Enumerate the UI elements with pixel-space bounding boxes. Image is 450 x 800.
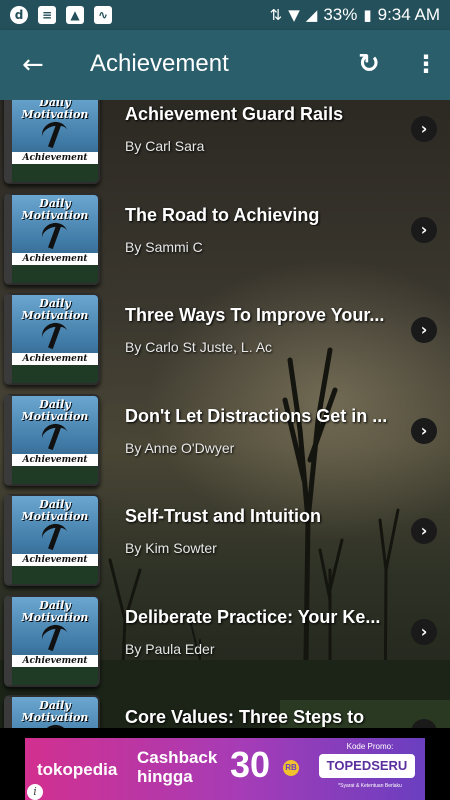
ad-fine-print: *Syarat & Ketentuan Berlaku [338,783,402,789]
thumbnail-line2: Motivation [21,510,89,523]
thumbnail-ground [12,164,98,182]
thumbnail-line2: Motivation [21,711,89,724]
chevron-right-icon[interactable]: › [411,619,437,645]
article-title: Don't Let Distractions Get in ... [125,406,388,426]
article-title: Self-Trust and Intuition [125,506,321,526]
ad-brand: tokopedia [37,760,118,779]
article-thumbnail: DailyMotivationAchievement [4,695,100,728]
data-transfer-icon: ⇅ [269,6,283,24]
chevron-right-icon[interactable]: › [411,418,437,444]
ad-headline-1: Cashback [137,748,218,767]
thumbnail-ground [12,265,98,283]
app-notification-icon: d [10,6,28,24]
article-thumbnail: DailyMotivationAchievement [4,193,100,285]
list-item[interactable]: Daily Motivation Achievement Don't Let Dist… [0,392,450,490]
news-notification-icon: ≡ [38,6,56,24]
thumbnail-ground [12,466,98,484]
article-author: By Carlo St Juste, L. Ac [125,339,273,355]
thumbnail-line2: Motivation [21,309,89,322]
article-author: By Sammi C [125,239,203,255]
chevron-right-icon[interactable]: › [411,116,437,142]
wifi-icon: ▼ [288,6,300,24]
back-arrow-icon[interactable]: ← [22,52,48,78]
article-author: By Paula Eder [125,641,215,657]
article-title: Achievement Guard Rails [125,104,344,124]
ad-amount: 30 [230,744,271,785]
more-options-icon[interactable]: ⋮ [414,50,438,78]
ad-container: tokopedia Cashback hingga 30 RB Kode Pro… [0,728,450,800]
article-thumbnail: DailyMotivationAchievement [4,494,100,586]
thumbnail-line2: Motivation [21,410,89,423]
list-item[interactable]: Daily Motivation Achievement Achievement Gu… [0,100,450,188]
ad-headline-2: hingga [137,767,193,786]
article-thumbnail: DailyMotivationAchievement [4,293,100,385]
list-item[interactable]: Daily Motivation Achievement Deliberate Pra… [0,593,450,691]
thumbnail-line2: Motivation [21,108,89,121]
ad-promo-code: TOPEDSERU [319,754,415,778]
chevron-right-icon[interactable]: › [411,317,437,343]
article-author: By Anne O'Dwyer [125,440,235,456]
thumbnail-ground [12,667,98,685]
ad-info-icon[interactable]: i [27,784,43,800]
signal-icon: ◢ [305,6,318,24]
article-thumbnail: DailyMotivationAchievement [4,394,100,486]
thumbnail-line2: Motivation [21,611,89,624]
ad-banner[interactable]: tokopedia Cashback hingga 30 RB Kode Pro… [25,738,425,800]
activity-notification-icon: ∿ [94,6,112,24]
refresh-icon[interactable]: ↻ [358,50,380,78]
page-title: Achievement [90,50,229,77]
article-author: By Carl Sara [125,138,205,154]
battery-icon: ▮ [363,6,372,24]
ad-headline: Cashback hingga [137,748,217,786]
article-author: By Kim Sowter [125,540,217,556]
thumbnail-ground [12,566,98,584]
battery-percent: 33% [323,5,358,24]
thumbnail-ground [12,365,98,383]
ad-amount-badge: RB [283,760,299,776]
list-item[interactable]: Daily Motivation Achievement Three Ways To … [0,291,450,389]
list-item[interactable]: Daily Motivation Achievement The Road to Ac… [0,191,450,289]
app-bar: ← Achievement ↻ ⋮ [0,30,450,100]
article-title: The Road to Achieving [125,205,320,225]
article-thumbnail: DailyMotivationAchievement [4,100,100,184]
chevron-right-icon[interactable]: › [411,217,437,243]
status-bar: d ≡ ▲ ∿ ⇅ ▼ ◢ 33% ▮ 9:34 AM [0,0,450,30]
chevron-right-icon[interactable]: › [411,518,437,544]
article-title: Core Values: Three Steps to [125,707,365,727]
article-title: Three Ways To Improve Your... [125,305,385,325]
ad-promo-label: Kode Promo: [346,742,394,751]
list-item[interactable]: Daily Motivation Achievement Self-Trust and… [0,492,450,590]
chevron-right-icon[interactable]: › [411,719,437,728]
article-title: Deliberate Practice: Your Ke... [125,607,381,627]
image-notification-icon: ▲ [66,6,84,24]
article-list: Daily Motivation Achievement Achievement Gu… [0,100,450,728]
thumbnail-line2: Motivation [21,209,89,222]
clock: 9:34 AM [377,5,440,24]
list-item[interactable]: DailyMotivationAchievement Core Values: T… [0,693,450,728]
article-thumbnail: DailyMotivationAchievement [4,595,100,687]
